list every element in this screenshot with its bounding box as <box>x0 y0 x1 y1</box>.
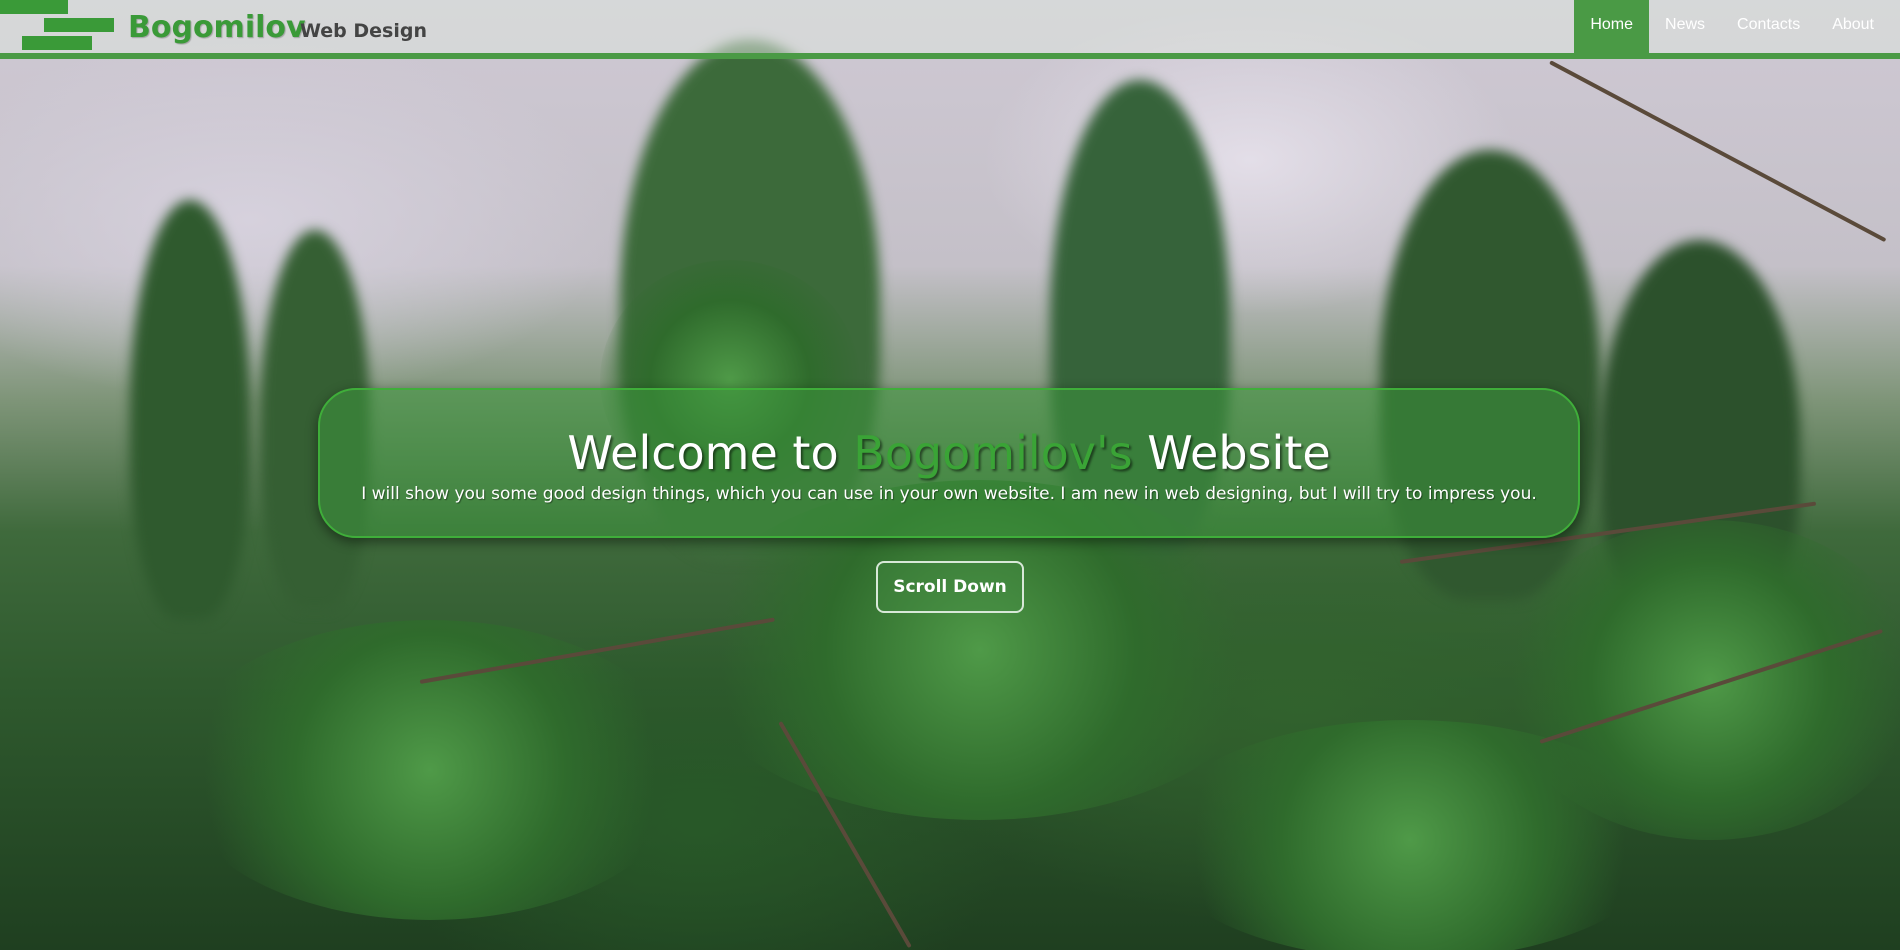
hero-description: I will show you some good design things,… <box>361 484 1537 504</box>
hero-title-end: Website <box>1132 426 1331 480</box>
nav-item-news[interactable]: News <box>1649 0 1721 53</box>
hero-title: Welcome to Bogomilov's Website <box>320 426 1578 480</box>
logo-bar <box>44 18 114 32</box>
nav-item-home[interactable]: Home <box>1574 0 1650 53</box>
logo-bar <box>0 0 68 14</box>
hero-banner: Welcome to Bogomilov's Website I will sh… <box>318 388 1580 538</box>
page-background: Bogomilov Web Design Home News Contacts … <box>0 0 1900 950</box>
hero-title-start: Welcome to <box>567 426 854 480</box>
nav-item-about[interactable]: About <box>1816 0 1890 53</box>
hero-title-accent: Bogomilov's <box>853 426 1133 480</box>
pine-branch <box>1549 60 1887 243</box>
brand-tagline: Web Design <box>300 20 427 42</box>
pine-foliage <box>170 620 690 920</box>
background-tree <box>130 200 250 620</box>
brand-name[interactable]: Bogomilov <box>128 10 306 45</box>
pine-foliage <box>1150 720 1670 950</box>
logo-bar <box>22 36 92 50</box>
main-nav: Home News Contacts About <box>1574 0 1890 53</box>
site-header: Bogomilov Web Design Home News Contacts … <box>0 0 1900 59</box>
nav-item-contacts[interactable]: Contacts <box>1721 0 1816 53</box>
scroll-down-button[interactable]: Scroll Down <box>876 561 1024 613</box>
